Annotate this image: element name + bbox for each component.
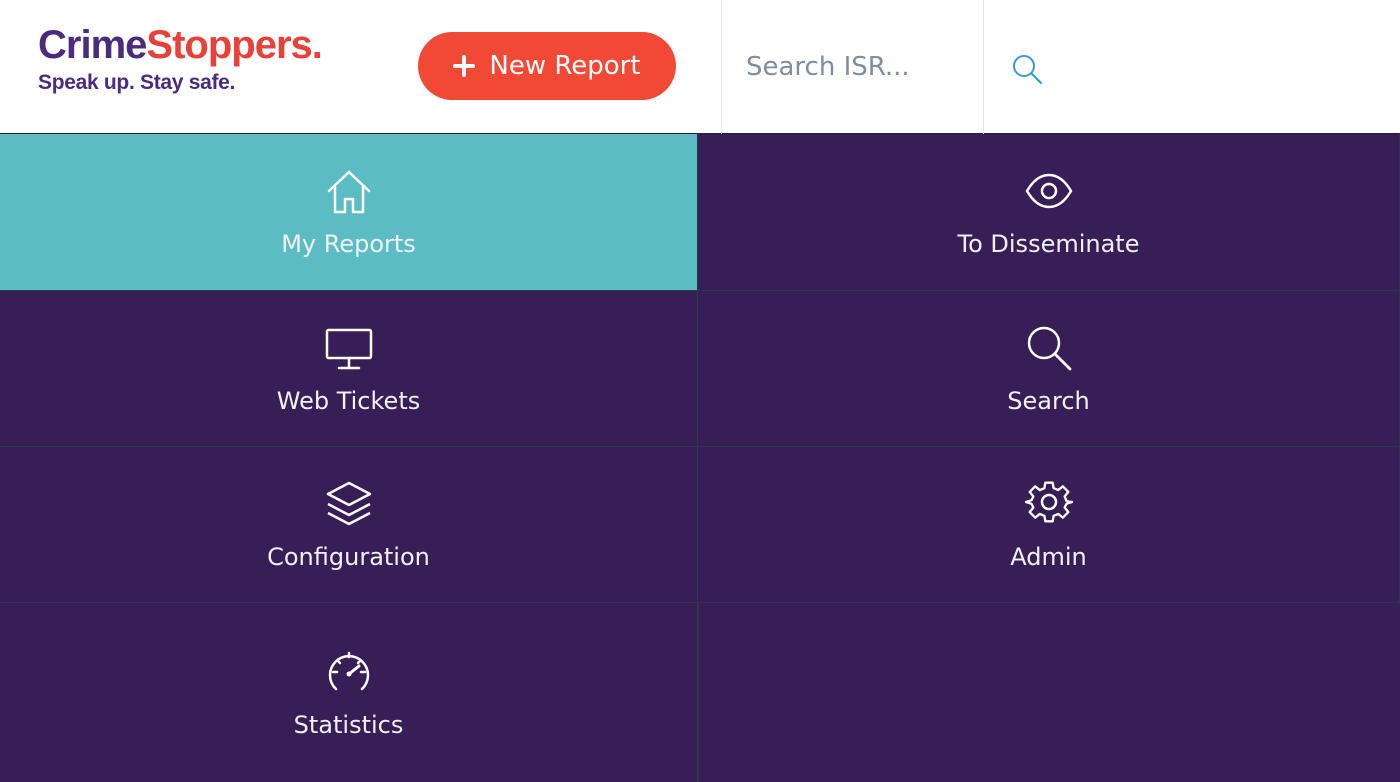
tile-statistics[interactable]: Statistics xyxy=(0,603,698,782)
home-icon xyxy=(327,170,370,214)
logo-stoppers-text: Stoppers. xyxy=(146,23,322,67)
tile-label: To Disseminate xyxy=(957,230,1140,258)
monitor-icon xyxy=(325,328,372,369)
tile-configuration[interactable]: Configuration xyxy=(0,447,698,603)
top-header: CrimeStoppers. Speak up. Stay safe. New … xyxy=(0,0,1400,134)
crimestoppers-logo[interactable]: CrimeStoppers. Speak up. Stay safe. xyxy=(38,22,323,96)
eye-icon xyxy=(1025,173,1072,209)
logo-wordmark: CrimeStoppers. xyxy=(38,22,323,68)
main-menu-grid: My Reports To Disseminate Web Tickets Se… xyxy=(0,134,1400,782)
tile-search[interactable]: Search xyxy=(698,291,1400,447)
tile-label: Search xyxy=(1007,386,1090,415)
layers-icon xyxy=(326,481,371,525)
gear-icon xyxy=(1024,481,1073,522)
empty-tile xyxy=(698,603,1400,782)
logo-tagline: Speak up. Stay safe. xyxy=(38,71,236,94)
plus-icon xyxy=(453,49,476,83)
tile-label: Admin xyxy=(1010,542,1087,571)
speedometer-icon xyxy=(328,651,369,690)
new-report-label: New Report xyxy=(489,51,641,81)
tile-to-disseminate[interactable]: To Disseminate xyxy=(698,134,1400,291)
tile-web-tickets[interactable]: Web Tickets xyxy=(0,291,698,447)
tile-label: Web Tickets xyxy=(276,386,421,415)
logo-crime-text: Crime xyxy=(38,23,147,67)
tile-my-reports[interactable]: My Reports xyxy=(0,134,698,291)
new-report-button[interactable]: New Report xyxy=(418,32,676,100)
search-field-container xyxy=(721,0,984,134)
search-submit-icon[interactable] xyxy=(1008,50,1046,88)
tile-admin[interactable]: Admin xyxy=(698,447,1400,603)
tile-label: Configuration xyxy=(267,542,430,571)
tile-label: My Reports xyxy=(281,230,416,258)
search-input[interactable] xyxy=(746,52,966,82)
search-icon xyxy=(1027,326,1071,370)
tile-label: Statistics xyxy=(293,710,404,739)
